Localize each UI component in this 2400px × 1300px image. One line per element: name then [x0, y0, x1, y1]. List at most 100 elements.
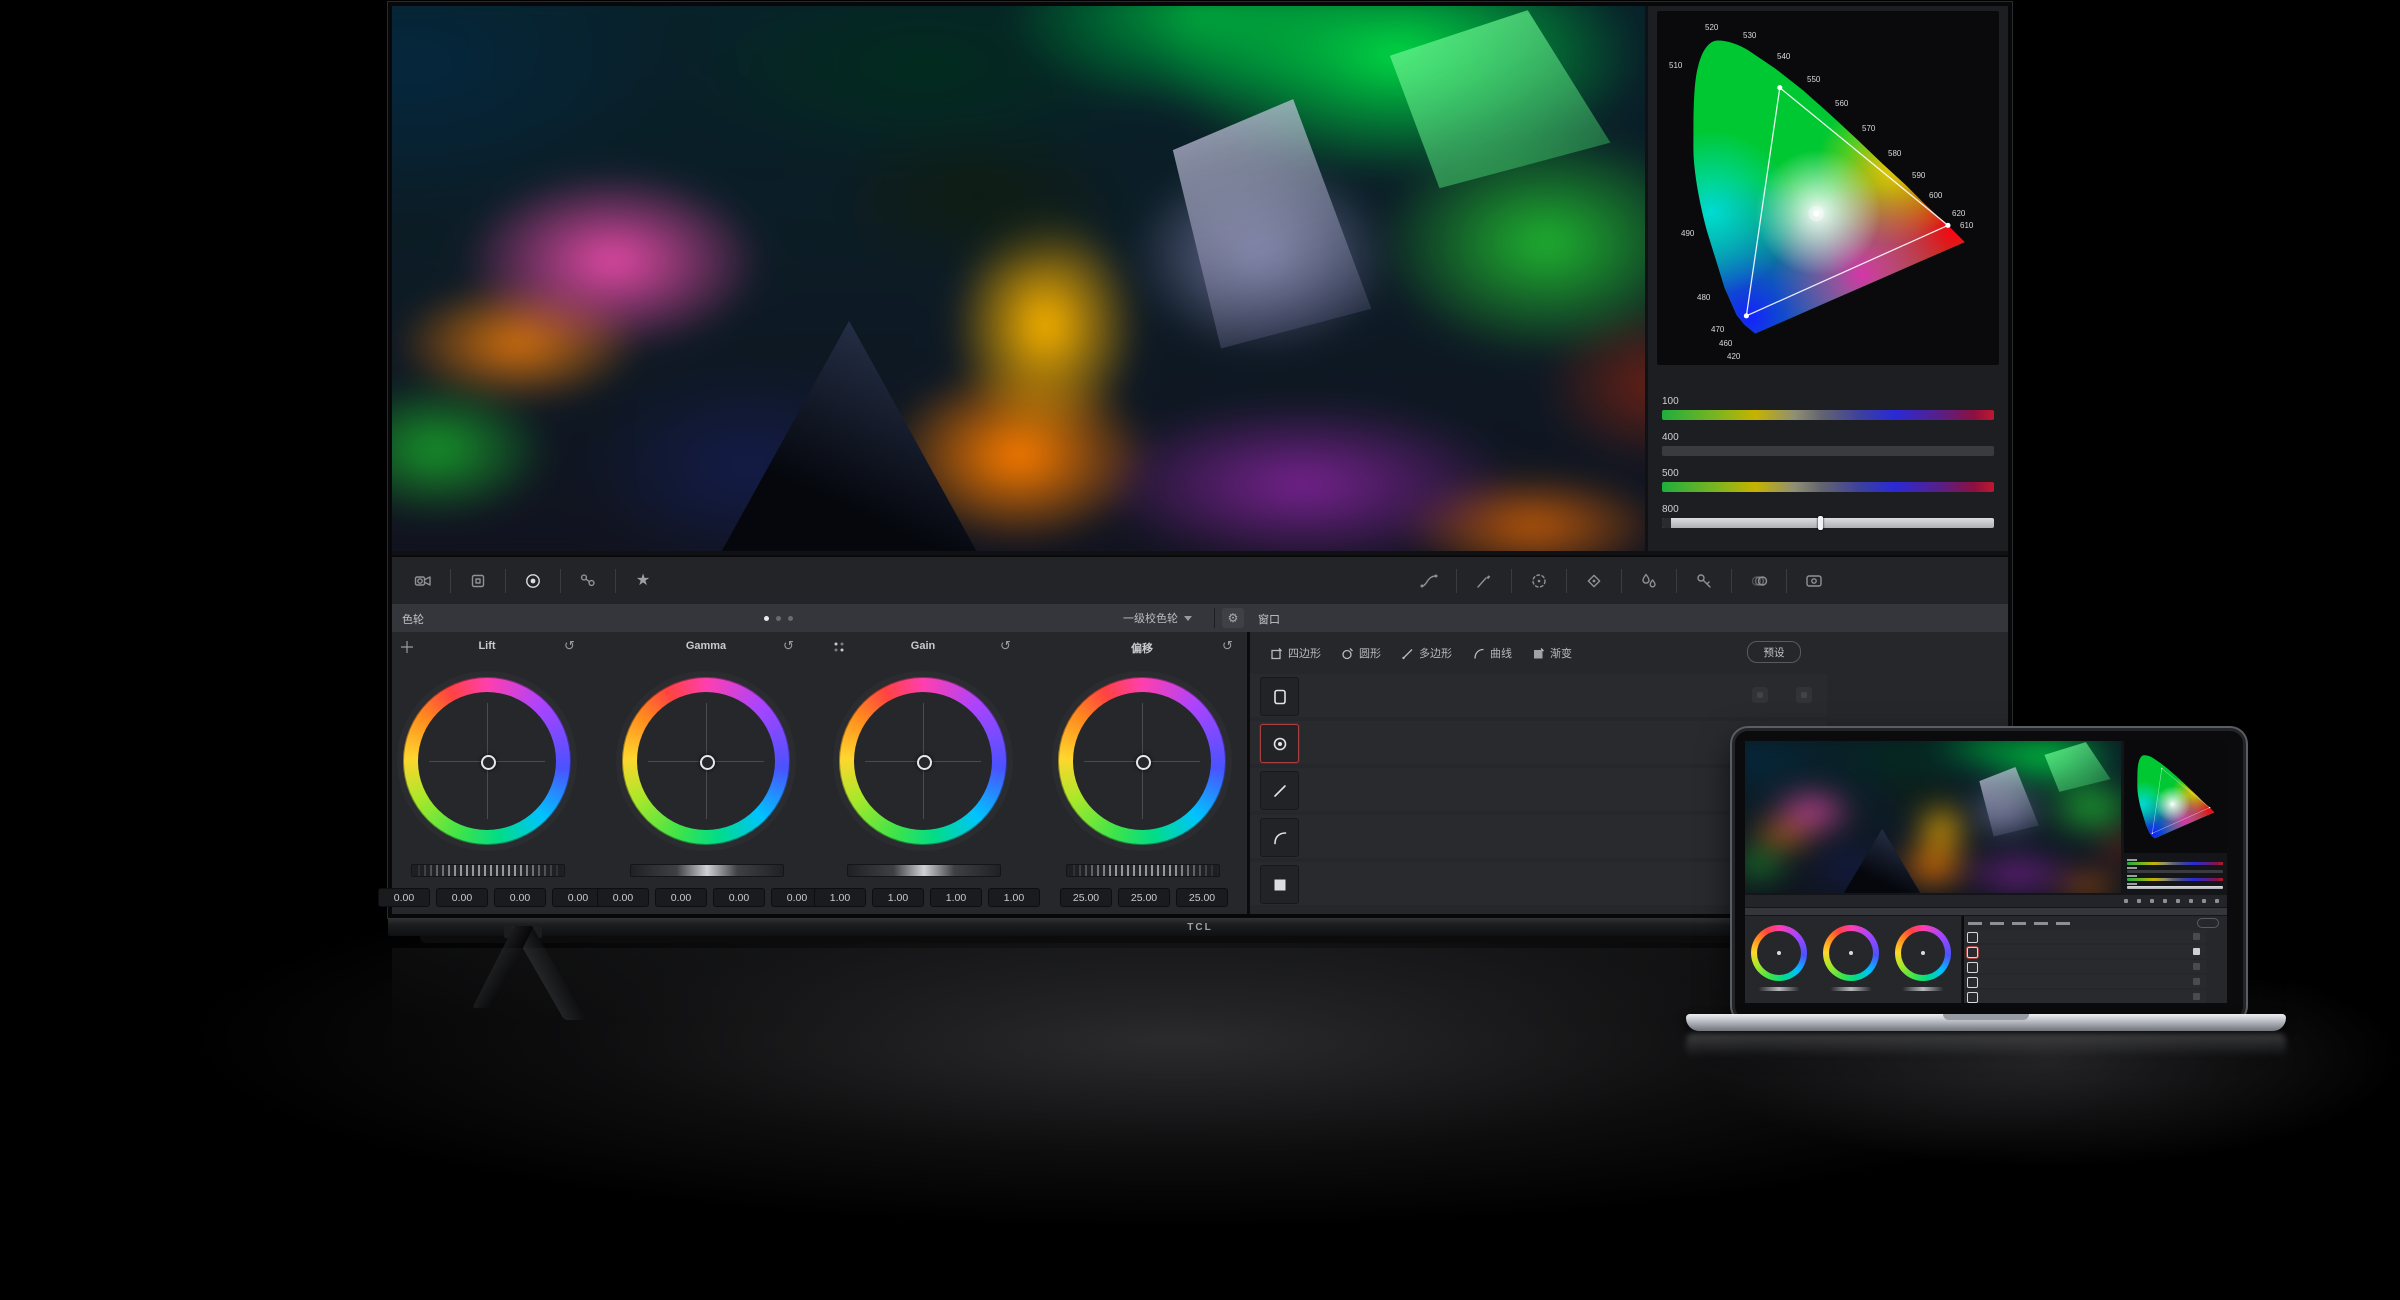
reset-icon[interactable]: ↺: [1222, 638, 1233, 654]
cie-wavelength-label: 530: [1743, 31, 1756, 40]
color-wheel-icon[interactable]: [510, 564, 556, 598]
video-viewer: [392, 6, 1645, 551]
camera-icon[interactable]: [400, 564, 446, 598]
split-quarters-icon[interactable]: [832, 640, 846, 654]
value-chip[interactable]: 25.00: [1118, 888, 1170, 907]
cie-wavelength-label: 620: [1952, 209, 1965, 218]
row-toggle-icon[interactable]: [1796, 687, 1812, 703]
brush-icon[interactable]: [1461, 564, 1507, 598]
row-toggle-icon[interactable]: [1752, 687, 1768, 703]
gain-values: 1.00 1.00 1.00 1.00: [814, 888, 1040, 907]
value-chip[interactable]: 1.00: [930, 888, 982, 907]
tracker-icon[interactable]: [1571, 564, 1617, 598]
bar-label: 500: [1662, 468, 1994, 479]
qualifier-icon[interactable]: [1626, 564, 1672, 598]
vignette: [392, 6, 1645, 551]
wheel-indicator[interactable]: [917, 755, 932, 770]
reset-icon[interactable]: ↺: [783, 638, 794, 654]
value-chip[interactable]: 0.00: [713, 888, 765, 907]
polygon-shape-icon: [1401, 647, 1414, 660]
laptop-gradient-bars: [2127, 857, 2223, 889]
page: { "tv": { "brand": "TCL" }, "toolbar": {…: [0, 0, 2400, 1300]
wheel-indicator[interactable]: [1136, 755, 1151, 770]
laptop-toolbar: [1745, 895, 2227, 907]
curve-window-icon: [1260, 818, 1299, 857]
cie-wavelength-label: 560: [1835, 99, 1848, 108]
card-icon[interactable]: [1791, 564, 1837, 598]
lift-values: 0.00 0.00 0.00 0.00: [378, 888, 604, 907]
cie-wavelength-label: 580: [1888, 149, 1901, 158]
tool-gradient[interactable]: 渐变: [1532, 645, 1572, 661]
window-row-square[interactable]: [1250, 674, 1827, 717]
laptop-base: [1686, 1014, 2286, 1031]
square-window-icon: [1260, 677, 1299, 716]
nodes-icon[interactable]: [565, 564, 611, 598]
gamma-master-wheel[interactable]: [630, 864, 784, 877]
tool-curve[interactable]: 曲线: [1472, 645, 1512, 661]
cie-wavelength-label: 610: [1960, 221, 1973, 230]
value-chip[interactable]: 0.00: [597, 888, 649, 907]
laptop-cie-scope: [2124, 741, 2227, 853]
star-glyph: ★: [636, 573, 650, 589]
pager-dot[interactable]: [764, 616, 769, 621]
line-window-icon: [1260, 771, 1299, 810]
spectrum-bar-100: [1662, 410, 1994, 420]
tool-polygon[interactable]: 多边形: [1401, 645, 1452, 661]
lift-wheel[interactable]: [403, 677, 571, 845]
laptop-cie-diagram: [2128, 743, 2223, 851]
keyer-icon[interactable]: [1681, 564, 1727, 598]
reset-icon[interactable]: ↺: [564, 638, 575, 654]
framing-icon[interactable]: [455, 564, 501, 598]
value-chip[interactable]: 0.00: [436, 888, 488, 907]
dark-bar-400: [1662, 446, 1994, 456]
value-chip[interactable]: 0.00: [494, 888, 546, 907]
presets-button[interactable]: 预设: [1747, 641, 1801, 663]
motion-icon[interactable]: [1736, 564, 1782, 598]
curve-shape-icon: [1472, 647, 1485, 660]
gamma-wheel[interactable]: [622, 677, 790, 845]
offset-wheel[interactable]: [1058, 677, 1226, 845]
value-chip[interactable]: 1.00: [988, 888, 1040, 907]
bar-label: 100: [1662, 396, 1994, 407]
value-chip[interactable]: 25.00: [1060, 888, 1112, 907]
value-chip[interactable]: 0.00: [655, 888, 707, 907]
laptop-wheel: [1751, 925, 1807, 981]
wheel-indicator[interactable]: [700, 755, 715, 770]
gain-master-wheel[interactable]: [847, 864, 1001, 877]
cie-wavelength-label: 470: [1711, 325, 1724, 334]
reset-icon[interactable]: ↺: [1000, 638, 1011, 654]
rect-shape-icon: [1270, 647, 1283, 660]
gear-icon[interactable]: ⚙: [1222, 608, 1244, 628]
grading-mode-dropdown[interactable]: 一级校色轮: [1052, 609, 1192, 627]
value-chip[interactable]: 25.00: [1176, 888, 1228, 907]
wheel-pager-dots[interactable]: [764, 616, 793, 621]
wheel-label-gain: Gain: [878, 640, 968, 652]
slider-thumb[interactable]: [1818, 516, 1823, 530]
tool-circle[interactable]: 圆形: [1341, 645, 1381, 661]
offset-master-wheel[interactable]: [1066, 864, 1220, 877]
value-chip[interactable]: 1.00: [814, 888, 866, 907]
scope-column: 520 530 540 550 560 570 580 590 600 620 …: [1648, 6, 2008, 551]
pager-dot[interactable]: [788, 616, 793, 621]
gradient-shape-icon: [1532, 647, 1545, 660]
wheel-indicator[interactable]: [481, 755, 496, 770]
bar-label: 400: [1662, 432, 1994, 443]
cie-wavelength-label: 460: [1719, 339, 1732, 348]
gradient-window-icon: [1260, 865, 1299, 904]
slider-bar-800[interactable]: [1662, 518, 1994, 528]
value-chip[interactable]: 1.00: [872, 888, 924, 907]
laptop: [1732, 728, 2246, 1022]
chevron-down-icon: [1184, 616, 1192, 621]
power-window-icon[interactable]: [1516, 564, 1562, 598]
laptop-window-panel: [1964, 916, 2227, 1003]
star-icon[interactable]: ★: [620, 564, 666, 598]
laptop-wheel: [1895, 925, 1951, 981]
curves-icon[interactable]: [1406, 564, 1452, 598]
lift-master-wheel[interactable]: [411, 864, 565, 877]
gain-wheel[interactable]: [839, 677, 1007, 845]
crosshair-icon[interactable]: [400, 640, 414, 654]
value-chip[interactable]: 0.00: [378, 888, 430, 907]
cie-wavelength-label: 540: [1777, 52, 1790, 61]
pager-dot[interactable]: [776, 616, 781, 621]
tool-rectangle[interactable]: 四边形: [1270, 645, 1321, 661]
